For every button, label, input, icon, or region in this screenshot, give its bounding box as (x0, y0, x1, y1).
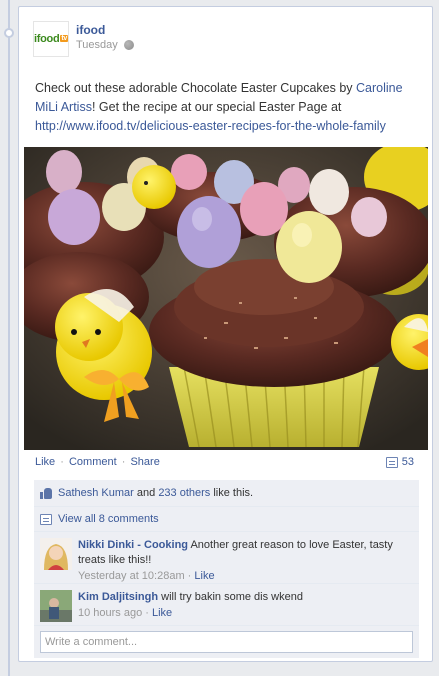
write-comment-row (34, 626, 419, 658)
like-button[interactable]: Like (35, 456, 55, 468)
comment-like-link[interactable]: Like (152, 607, 172, 619)
post-card: ifood tv ifood Tuesday Check out these ad… (18, 6, 433, 662)
comment-meta: Yesterday at 10:28am · Like (78, 570, 215, 582)
comment-time[interactable]: 10 hours ago (78, 607, 142, 619)
post-meta: Tuesday (76, 39, 134, 51)
comment-bubble-icon (385, 456, 398, 468)
nikki-avatar-icon (40, 538, 72, 570)
ifood-logo: ifood tv (34, 33, 69, 45)
globe-icon[interactable] (123, 40, 134, 50)
comment-item: Nikki Dinki - Cooking Another great reas… (34, 532, 419, 584)
comment-meta: 10 hours ago · Like (78, 607, 173, 619)
comment-like-link[interactable]: Like (194, 570, 214, 582)
comment-body: Kim Daljitsingh will try bakin some dis … (78, 590, 415, 619)
comment-body: Nikki Dinki - Cooking Another great reas… (78, 538, 415, 582)
liker-link[interactable]: Sathesh Kumar (58, 487, 134, 499)
likes-text: Sathesh Kumar and 233 others like this. (58, 487, 254, 499)
easter-cupcakes-photo[interactable] (24, 147, 428, 450)
page-name-link[interactable]: ifood (76, 23, 105, 37)
message-text-1: Check out these adorable Chocolate Easte… (35, 81, 357, 95)
message-text-2: ! Get the recipe at our special Easter P… (91, 100, 342, 114)
thumbs-up-icon (40, 487, 52, 499)
share-button[interactable]: Share (130, 456, 159, 468)
post-header: ifood tv ifood Tuesday (33, 21, 413, 61)
comment-bubble-icon (40, 513, 52, 525)
view-all-comments-link[interactable]: View all 8 comments (58, 513, 159, 525)
page-avatar[interactable]: ifood tv (33, 21, 69, 57)
comment-time[interactable]: Yesterday at 10:28am (78, 570, 185, 582)
photo-svg (24, 147, 428, 450)
comment-count-value: 53 (401, 456, 414, 468)
post-actions: Like · Comment · Share 53 (19, 456, 432, 474)
comment-author-link[interactable]: Nikki Dinki - Cooking (78, 539, 188, 551)
kim-avatar-icon (40, 590, 72, 622)
timeline-spine (8, 0, 10, 676)
comment-text: will try bakin some dis wkend (161, 591, 303, 603)
likes-summary: Sathesh Kumar and 233 others like this. (34, 480, 419, 507)
separator: · (60, 456, 64, 468)
comment-author-link[interactable]: Kim Daljitsingh (78, 591, 158, 603)
comment-button[interactable]: Comment (69, 456, 117, 468)
avatar[interactable] (40, 590, 72, 622)
others-link[interactable]: 233 others (158, 487, 210, 499)
comment-item: Kim Daljitsingh will try bakin some dis … (34, 584, 419, 626)
separator: · (121, 456, 126, 468)
timeline-dot (4, 28, 14, 38)
view-all-comments[interactable]: View all 8 comments (34, 507, 419, 532)
post-message: Check out these adorable Chocolate Easte… (35, 79, 421, 136)
post-timestamp[interactable]: Tuesday (76, 39, 118, 51)
avatar[interactable] (40, 538, 72, 570)
comment-count[interactable]: 53 (385, 456, 414, 468)
recipe-link[interactable]: http://www.ifood.tv/delicious-easter-rec… (35, 119, 386, 133)
feedback-section: Sathesh Kumar and 233 others like this. … (34, 480, 419, 658)
write-comment-input[interactable] (40, 631, 413, 653)
